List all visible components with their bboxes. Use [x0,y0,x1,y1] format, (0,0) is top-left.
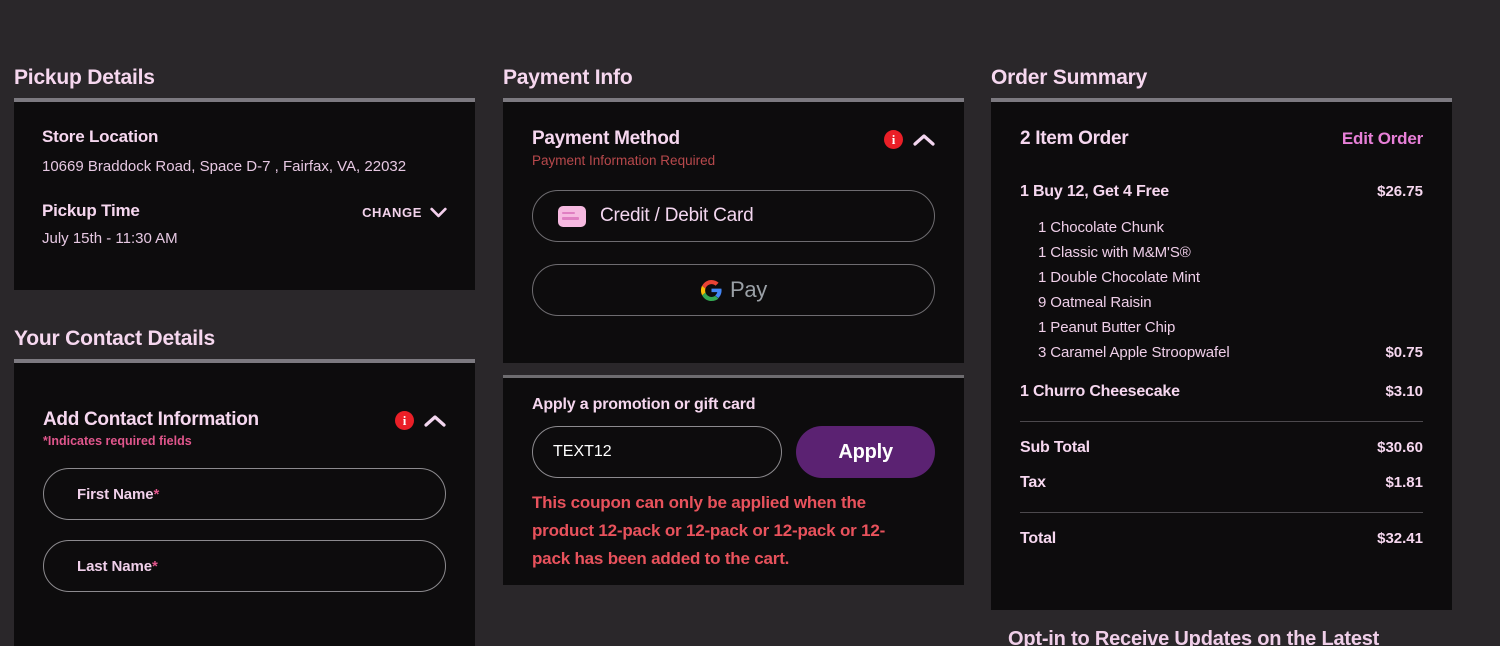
credit-debit-card-option[interactable]: Credit / Debit Card [532,190,935,242]
promotion-input-row: Apply [532,426,935,478]
payment-header-icons: i [884,130,935,149]
payment-panel-header: Payment Method Payment Information Requi… [532,128,935,168]
contact-header-icons: i [395,411,446,430]
first-name-required-star: * [153,485,160,503]
payment-info-heading: Payment Info [503,66,633,89]
single-item-row: 1 Churro Cheesecake $3.10 [1020,383,1423,401]
total-row: Total $32.41 [1020,530,1423,548]
item-name: 1 Peanut Butter Chip [1038,319,1176,336]
last-name-required-star: * [151,557,158,575]
bundle-name: 1 Buy 12, Get 4 Free [1020,183,1169,200]
subtotal-value: $30.60 [1377,439,1423,456]
list-item: 1 Double Chocolate Mint [1020,269,1423,286]
change-label: CHANGE [362,204,422,220]
promo-error-message: This coupon can only be applied when the… [532,493,886,569]
bundle-row: 1 Buy 12, Get 4 Free $26.75 [1020,183,1423,201]
alert-info-icon[interactable]: i [395,411,414,430]
checkout-page: Pickup Details Store Location 10669 Brad… [0,0,1500,646]
chevron-down-icon [430,207,447,217]
pickup-time-value: July 15th - 11:30 AM [42,229,178,247]
payment-required-status: Payment Information Required [532,153,716,168]
store-address: 10669 Braddock Road, Space D-7 , Fairfax… [42,158,407,175]
alert-info-icon[interactable]: i [884,130,903,149]
tax-value: $1.81 [1385,474,1423,491]
payment-header-text: Payment Method Payment Information Requi… [532,128,715,168]
pickup-time-row: Pickup Time July 15th - 11:30 AM CHANGE [42,201,447,247]
chevron-up-icon[interactable] [913,133,935,147]
required-fields-note: *Indicates required fields [43,434,192,448]
pickup-time-label: Pickup Time [42,200,140,220]
list-item: 9 Oatmeal Raisin [1020,294,1423,311]
item-count-label: 2 Item Order [1020,128,1129,149]
item-name: 1 Double Chocolate Mint [1038,269,1200,286]
add-contact-information-title: Add Contact Information [43,409,259,430]
item-name: 1 Chocolate Chunk [1038,219,1164,236]
credit-debit-card-label: Credit / Debit Card [600,205,754,226]
google-pay-option[interactable]: Pay [532,264,935,316]
payment-method-title: Payment Method [532,128,680,149]
list-item: 3 Caramel Apple Stroopwafel $0.75 [1020,344,1423,361]
store-location-label: Store Location [42,127,159,146]
subtotal-label: Sub Total [1020,439,1090,456]
promotion-panel: Apply a promotion or gift card Apply Thi… [503,375,964,585]
change-pickup-time-button[interactable]: CHANGE [362,205,447,220]
list-item: 1 Peanut Butter Chip [1020,319,1423,336]
credit-card-icon [558,205,586,227]
single-item-name: 1 Churro Cheesecake [1020,383,1180,400]
last-name-input[interactable]: Last Name * [43,540,446,592]
google-pay-logo: Pay [700,277,767,303]
bundle-item-list: 1 Chocolate Chunk 1 Classic with M&M'S® … [1020,219,1423,361]
item-name: 3 Caramel Apple Stroopwafel [1038,344,1230,361]
google-g-icon [700,279,722,301]
tax-label: Tax [1020,474,1046,491]
pickup-details-panel: Store Location 10669 Braddock Road, Spac… [14,98,475,290]
edit-order-link[interactable]: Edit Order [1342,129,1423,149]
item-price: $0.75 [1385,344,1423,361]
promotion-heading: Apply a promotion or gift card [532,396,756,413]
list-item: 1 Chocolate Chunk [1020,219,1423,236]
pickup-details-heading: Pickup Details [14,66,155,89]
bundle-price: $26.75 [1377,183,1423,200]
apply-promo-button[interactable]: Apply [796,426,935,478]
list-item: 1 Classic with M&M'S® [1020,244,1423,261]
first-name-input[interactable]: First Name * [43,468,446,520]
divider [1020,421,1423,422]
subtotal-row: Sub Total $30.60 [1020,439,1423,457]
total-label: Total [1020,530,1057,547]
optin-heading: Opt-in to Receive Updates on the Latest [1008,628,1380,646]
payment-method-panel: Payment Method Payment Information Requi… [503,98,964,363]
item-name: 1 Classic with M&M'S® [1038,244,1191,261]
summary-header: 2 Item Order Edit Order [1020,128,1423,150]
chevron-up-icon[interactable] [424,414,446,428]
divider [1020,512,1423,513]
single-item-price: $3.10 [1385,383,1423,400]
total-value: $32.41 [1377,530,1423,547]
first-name-label: First Name [77,485,154,503]
order-summary-panel: 2 Item Order Edit Order 1 Buy 12, Get 4 … [991,98,1452,610]
contact-panel-header: Add Contact Information *Indicates requi… [43,409,446,448]
order-summary-heading: Order Summary [991,66,1148,89]
google-pay-label: Pay [729,277,767,302]
contact-details-heading: Your Contact Details [14,327,215,350]
contact-header-text: Add Contact Information *Indicates requi… [43,409,259,448]
tax-row: Tax $1.81 [1020,474,1423,492]
contact-information-panel: Add Contact Information *Indicates requi… [14,359,475,646]
pickup-time-block: Pickup Time July 15th - 11:30 AM [42,201,178,247]
last-name-label: Last Name [77,557,152,575]
promo-code-input[interactable] [532,426,783,478]
item-name: 9 Oatmeal Raisin [1038,294,1152,311]
